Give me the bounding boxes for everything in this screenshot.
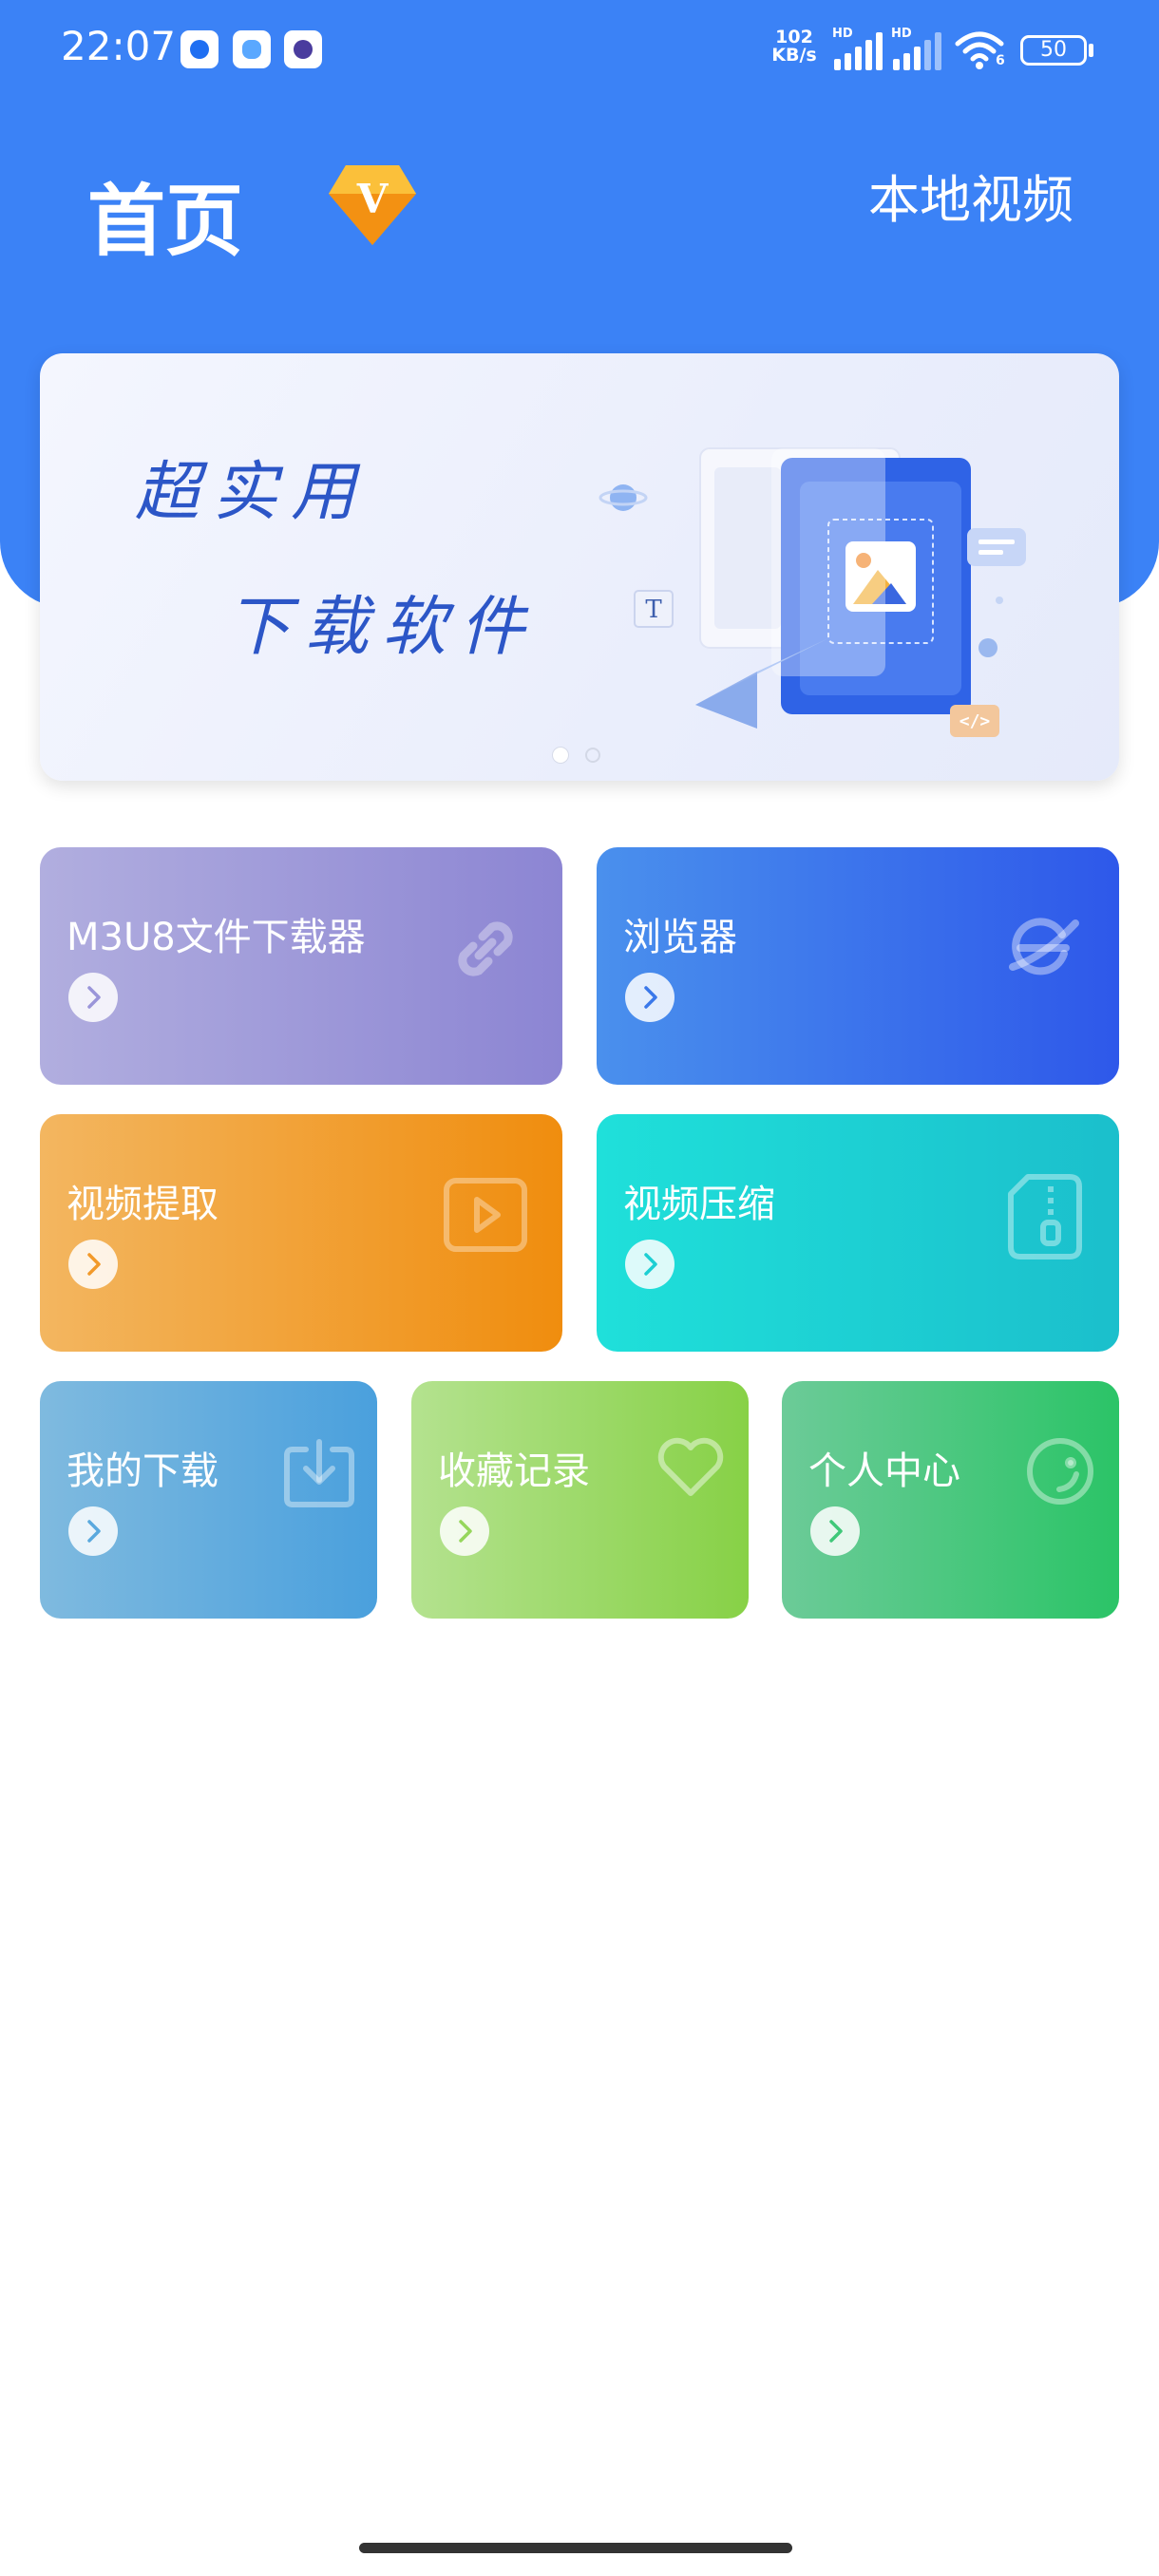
- purple-app-icon: [284, 30, 322, 68]
- zip-icon: [1007, 1173, 1083, 1264]
- signal-icon-sim1: HD: [832, 27, 885, 70]
- banner-dot: [585, 748, 600, 763]
- page-title: 首页: [87, 177, 244, 267]
- video-extract-card[interactable]: 视频提取: [40, 1114, 562, 1352]
- browser-icon: [1003, 910, 1083, 994]
- blue-circle-app-icon: [180, 30, 218, 68]
- vip-diamond-icon[interactable]: V: [327, 161, 418, 249]
- card-label: 我的下载: [66, 1449, 218, 1493]
- heart-icon: [655, 1436, 727, 1503]
- local-video-link[interactable]: 本地视频: [868, 158, 1074, 233]
- banner-dot-active: [553, 748, 568, 763]
- svg-text:</>: </>: [960, 711, 991, 731]
- card-label: M3U8文件下载器: [66, 916, 366, 959]
- play-icon: [443, 1177, 528, 1257]
- my-downloads-card[interactable]: 我的下载: [40, 1381, 377, 1619]
- banner-illustration: T </>: [553, 429, 1047, 752]
- promo-banner[interactable]: 超实用 下载软件 T </>: [40, 353, 1119, 781]
- card-label: 个人中心: [808, 1449, 960, 1493]
- svg-text:V: V: [356, 176, 390, 222]
- card-label: 视频压缩: [623, 1183, 775, 1226]
- signal-icon-sim2: HD: [891, 27, 944, 70]
- network-speed: 102 KB/s: [771, 27, 817, 66]
- chevron-right-icon[interactable]: [625, 1240, 674, 1289]
- chevron-right-icon[interactable]: [68, 1506, 118, 1556]
- link-icon: [445, 908, 526, 994]
- home-indicator[interactable]: [359, 2543, 792, 2553]
- chevron-right-icon[interactable]: [68, 973, 118, 1022]
- battery-icon: 50: [1020, 35, 1087, 66]
- favorites-card[interactable]: 收藏记录: [411, 1381, 749, 1619]
- video-compress-card[interactable]: 视频压缩: [597, 1114, 1119, 1352]
- battery-tip: [1089, 44, 1093, 57]
- banner-subheadline: 下载软件: [226, 590, 539, 665]
- card-label: 浏览器: [623, 916, 737, 959]
- m3u8-downloader-card[interactable]: M3U8文件下载器: [40, 847, 562, 1085]
- download-icon: [283, 1436, 355, 1512]
- card-label: 收藏记录: [438, 1449, 590, 1493]
- chevron-right-icon[interactable]: [625, 973, 674, 1022]
- smile-icon: [1025, 1436, 1095, 1510]
- cloud-app-icon: [233, 30, 271, 68]
- chevron-right-icon[interactable]: [440, 1506, 489, 1556]
- wifi-icon: 6: [954, 28, 1005, 70]
- status-time: 22:07: [61, 23, 177, 69]
- card-label: 视频提取: [66, 1183, 218, 1226]
- chevron-right-icon[interactable]: [810, 1506, 860, 1556]
- svg-text:T: T: [645, 596, 662, 624]
- chevron-right-icon[interactable]: [68, 1240, 118, 1289]
- banner-headline: 超实用: [135, 455, 370, 530]
- browser-card[interactable]: 浏览器: [597, 847, 1119, 1085]
- profile-card[interactable]: 个人中心: [782, 1381, 1119, 1619]
